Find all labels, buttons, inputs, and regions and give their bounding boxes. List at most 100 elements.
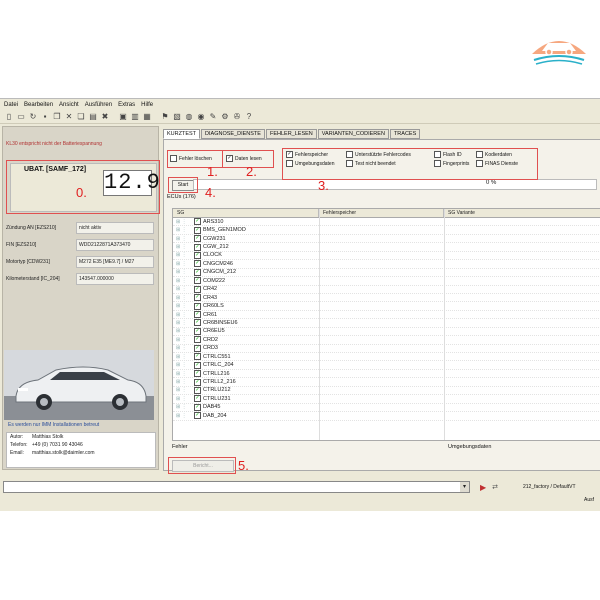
ecu-checkbox[interactable]: ✓	[194, 294, 201, 302]
header-sg[interactable]: SG	[173, 209, 319, 217]
ecu-row[interactable]: ⊞ ⋮ ✓ CR60LS	[173, 302, 600, 311]
ecu-row[interactable]: ⊞ ⋮ ✓ CR6EU5	[173, 327, 600, 337]
cut-icon[interactable]: ✖	[100, 112, 110, 122]
tool-icon[interactable]: ✇	[232, 112, 242, 122]
ecu-row[interactable]: ⊞ ⋮ ✓ CTRLL216	[173, 370, 600, 379]
tree-expander-icon[interactable]: ⊞ ⋮	[173, 219, 194, 225]
tree-expander-icon[interactable]: ⊞ ⋮	[173, 320, 194, 326]
ecu-row[interactable]: ⊞ ⋮ ✓ DAB45	[173, 403, 600, 413]
ecu-checkbox[interactable]: ✓	[194, 302, 201, 310]
ecu-checkbox[interactable]: ✓	[194, 412, 201, 420]
tab-traces[interactable]: TRACES	[389, 129, 421, 139]
ecu-checkbox[interactable]: ✓	[194, 327, 201, 335]
ecu-checkbox[interactable]: ✓	[194, 386, 201, 394]
tab-diagnose-dienste[interactable]: DIAGNOSE_DIENSTE	[201, 129, 265, 139]
ecu-grid[interactable]: SG Fehlerspeicher SG Variante ⊞ ⋮ ✓ ARS310…	[172, 208, 600, 441]
tree-expander-icon[interactable]: ⊞ ⋮	[173, 312, 194, 318]
ecu-checkbox[interactable]: ✓	[194, 277, 201, 285]
tab-varianten-codieren[interactable]: VARIANTEN_CODIEREN	[317, 129, 389, 139]
ecu-checkbox[interactable]: ✓	[194, 311, 201, 319]
tree-expander-icon[interactable]: ⊞ ⋮	[173, 328, 194, 334]
tree-expander-icon[interactable]: ⊞ ⋮	[173, 269, 194, 275]
ecu-checkbox[interactable]: ✓	[194, 260, 201, 268]
window2-icon[interactable]: ▥	[130, 112, 140, 122]
tree-expander-icon[interactable]: ⊞ ⋮	[173, 244, 194, 250]
tree-expander-icon[interactable]: ⊞ ⋮	[173, 252, 194, 258]
ecu-checkbox[interactable]: ✓	[194, 403, 201, 411]
header-sg-variante[interactable]: SG Variante	[444, 209, 600, 217]
tree-expander-icon[interactable]: ⊞ ⋮	[173, 413, 194, 419]
ecu-row[interactable]: ⊞ ⋮ ✓ CR42	[173, 285, 600, 294]
vehicle-icon[interactable]: ▶	[480, 483, 486, 492]
copy2-icon[interactable]: ❏	[76, 112, 86, 122]
ecu-checkbox[interactable]: ✓	[194, 378, 201, 386]
ecu-row[interactable]: ⊞ ⋮ ✓ CR6BINSEU6	[173, 319, 600, 328]
ecu-checkbox[interactable]: ✓	[194, 361, 201, 369]
menu-bearbeiten[interactable]: Bearbeiten	[24, 100, 53, 110]
ecu-checkbox[interactable]: ✓	[194, 395, 201, 403]
ecu-row[interactable]: ⊞ ⋮ ✓ CGW_212	[173, 243, 600, 252]
tree-expander-icon[interactable]: ⊞ ⋮	[173, 396, 194, 402]
edit-icon[interactable]: ✎	[208, 112, 218, 122]
menu-extras[interactable]: Extras	[118, 100, 135, 110]
tree-expander-icon[interactable]: ⊞ ⋮	[173, 345, 194, 351]
ecu-row[interactable]: ⊞ ⋮ ✓ CRD3	[173, 344, 600, 353]
delete-icon[interactable]: ✕	[64, 112, 74, 122]
ecu-checkbox[interactable]: ✓	[194, 218, 201, 226]
ecu-row[interactable]: ⊞ ⋮ ✓ BMS_GEN1MOD	[173, 226, 600, 235]
tree-expander-icon[interactable]: ⊞ ⋮	[173, 286, 194, 292]
tree-expander-icon[interactable]: ⊞ ⋮	[173, 337, 194, 343]
tree-expander-icon[interactable]: ⊞ ⋮	[173, 303, 194, 309]
ecu-row[interactable]: ⊞ ⋮ ✓ CTRLL2_216	[173, 378, 600, 387]
ecu-checkbox[interactable]: ✓	[194, 235, 201, 243]
tree-expander-icon[interactable]: ⊞ ⋮	[173, 227, 194, 233]
command-combo[interactable]: ▾	[3, 481, 470, 493]
tree-expander-icon[interactable]: ⊞ ⋮	[173, 371, 194, 377]
ecu-row[interactable]: ⊞ ⋮ ✓ CNGCM246	[173, 260, 600, 269]
menu-datei[interactable]: Datei	[4, 100, 18, 110]
connect-icon[interactable]: ⚑	[160, 112, 170, 122]
ecu-checkbox[interactable]: ✓	[194, 319, 201, 327]
ecu-row[interactable]: ⊞ ⋮ ✓ COM222	[173, 277, 600, 286]
help-icon[interactable]: ?	[244, 112, 254, 122]
chevron-down-icon[interactable]: ▾	[460, 482, 469, 492]
menu-hilfe[interactable]: Hilfe	[141, 100, 153, 110]
ecu-checkbox[interactable]: ✓	[194, 336, 201, 344]
ecu-row[interactable]: ⊞ ⋮ ✓ CTRLC_204	[173, 361, 600, 370]
ecu-row[interactable]: ⊞ ⋮ ✓ CLOCK	[173, 251, 600, 261]
connection-icon[interactable]: ⇄	[492, 483, 498, 491]
ecu-checkbox[interactable]: ✓	[194, 344, 201, 352]
graph-icon[interactable]: ▧	[172, 112, 182, 122]
tree-expander-icon[interactable]: ⊞ ⋮	[173, 236, 194, 242]
new-icon[interactable]: ▯	[4, 112, 14, 122]
open-icon[interactable]: ▭	[16, 112, 26, 122]
ecu-row[interactable]: ⊞ ⋮ ✓ DAB_204	[173, 412, 600, 421]
ecu-checkbox[interactable]: ✓	[194, 226, 201, 234]
window-icon[interactable]: ▣	[118, 112, 128, 122]
ecu-checkbox[interactable]: ✓	[194, 251, 201, 259]
tree-expander-icon[interactable]: ⊞ ⋮	[173, 404, 194, 410]
header-fehlerspeicher[interactable]: Fehlerspeicher	[319, 209, 444, 217]
refresh-icon[interactable]: ↻	[28, 112, 38, 122]
ecu-row[interactable]: ⊞ ⋮ ✓ CNGCM_212	[173, 268, 600, 278]
record-icon[interactable]: ◉	[196, 112, 206, 122]
copy-icon[interactable]: ❐	[52, 112, 62, 122]
settings-icon[interactable]: ⚙	[220, 112, 230, 122]
tab-fehler-lesen[interactable]: FEHLER_LESEN	[265, 129, 317, 139]
tree-expander-icon[interactable]: ⊞ ⋮	[173, 354, 194, 360]
ecu-row[interactable]: ⊞ ⋮ ✓ CR61	[173, 311, 600, 320]
ecu-row[interactable]: ⊞ ⋮ ✓ CTRLU231	[173, 395, 600, 404]
save-icon[interactable]: ▪	[40, 112, 50, 122]
tree-expander-icon[interactable]: ⊞ ⋮	[173, 387, 194, 393]
ecu-row[interactable]: ⊞ ⋮ ✓ CTRLU212	[173, 386, 600, 396]
tree-expander-icon[interactable]: ⊞ ⋮	[173, 261, 194, 267]
ecu-row[interactable]: ⊞ ⋮ ✓ ARS310	[173, 218, 600, 227]
menu-ansicht[interactable]: Ansicht	[59, 100, 79, 110]
paste-icon[interactable]: ▤	[88, 112, 98, 122]
tree-expander-icon[interactable]: ⊞ ⋮	[173, 379, 194, 385]
ecu-checkbox[interactable]: ✓	[194, 243, 201, 251]
ecu-checkbox[interactable]: ✓	[194, 285, 201, 293]
globe-icon[interactable]: ◍	[184, 112, 194, 122]
tree-expander-icon[interactable]: ⊞ ⋮	[173, 295, 194, 301]
menu-ausfuehren[interactable]: Ausführen	[85, 100, 112, 110]
